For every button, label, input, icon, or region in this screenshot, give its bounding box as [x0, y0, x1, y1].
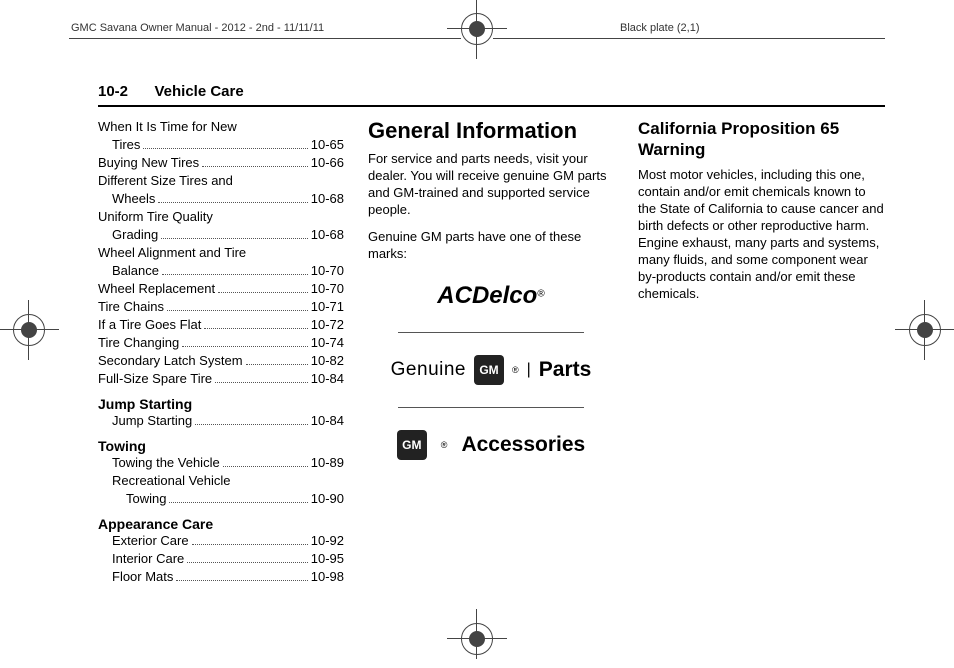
- toc-item: Interior Care10-95: [98, 550, 344, 568]
- toc-item: Buying New Tires10-66: [98, 154, 344, 172]
- toc-column: When It Is Time for New Tires10-65 Buyin…: [98, 118, 344, 586]
- toc-item: Tires10-65: [98, 136, 344, 154]
- toc-item: Grading10-68: [98, 226, 344, 244]
- crop-mark-bottom: [452, 614, 502, 664]
- prop65-heading: California Proposition 65 Warning: [638, 118, 884, 160]
- crop-mark-top: [452, 4, 502, 54]
- toc-item: Balance10-70: [98, 262, 344, 280]
- toc-group: When It Is Time for New Tires10-65 Buyin…: [98, 118, 344, 388]
- toc-section-jump: Jump Starting: [98, 396, 344, 412]
- toc-item: Floor Mats10-98: [98, 568, 344, 586]
- toc-item: Wheels10-68: [98, 190, 344, 208]
- toc-item: Wheel Alignment and Tire: [98, 244, 344, 262]
- toc-item: Uniform Tire Quality: [98, 208, 344, 226]
- toc-item: Towing the Vehicle10-89: [98, 454, 344, 472]
- logo-divider: [398, 407, 584, 408]
- toc-item: Wheel Replacement10-70: [98, 280, 344, 298]
- logo-divider: [398, 332, 584, 333]
- prop65-body: Most motor vehicles, including this one,…: [638, 166, 884, 302]
- toc-item: Tire Changing10-74: [98, 334, 344, 352]
- toc-item: If a Tire Goes Flat10-72: [98, 316, 344, 334]
- toc-item: Full-Size Spare Tire10-84: [98, 370, 344, 388]
- section-header: 10-2 Vehicle Care: [98, 83, 885, 107]
- toc-item: Jump Starting10-84: [98, 412, 344, 430]
- general-info-p1: For service and parts needs, visit your …: [368, 150, 614, 218]
- toc-item: Exterior Care10-92: [98, 532, 344, 550]
- toc-section-towing: Towing: [98, 438, 344, 454]
- general-info-column: General Information For service and part…: [368, 118, 614, 586]
- content-columns: When It Is Time for New Tires10-65 Buyin…: [98, 118, 885, 586]
- toc-item: When It Is Time for New: [98, 118, 344, 136]
- gm-genuine-parts-logo: Genuine GM® | Parts: [368, 345, 614, 395]
- gm-badge-icon: GM: [397, 430, 427, 460]
- acdelco-logo: ACDelco®: [368, 272, 614, 320]
- toc-item: Recreational Vehicle: [98, 472, 344, 490]
- toc-item: Tire Chains10-71: [98, 298, 344, 316]
- crop-mark-left: [4, 305, 54, 355]
- header-left-text: GMC Savana Owner Manual - 2012 - 2nd - 1…: [71, 22, 324, 34]
- section-title: Vehicle Care: [154, 83, 243, 100]
- gm-badge-icon: GM: [474, 355, 504, 385]
- toc-item: Different Size Tires and: [98, 172, 344, 190]
- prop65-column: California Proposition 65 Warning Most m…: [638, 118, 884, 586]
- gm-accessories-logo: GM® Accessories: [368, 420, 614, 470]
- toc-item: Secondary Latch System10-82: [98, 352, 344, 370]
- crop-mark-right: [900, 305, 950, 355]
- header-right-text: Black plate (2,1): [620, 22, 699, 34]
- toc-section-appearance: Appearance Care: [98, 516, 344, 532]
- page-number: 10-2: [98, 83, 128, 100]
- general-info-heading: General Information: [368, 118, 614, 144]
- toc-item: Towing10-90: [98, 490, 344, 508]
- general-info-p2: Genuine GM parts have one of these marks…: [368, 228, 614, 262]
- header-rule: [493, 38, 885, 39]
- header-rule: [69, 38, 461, 39]
